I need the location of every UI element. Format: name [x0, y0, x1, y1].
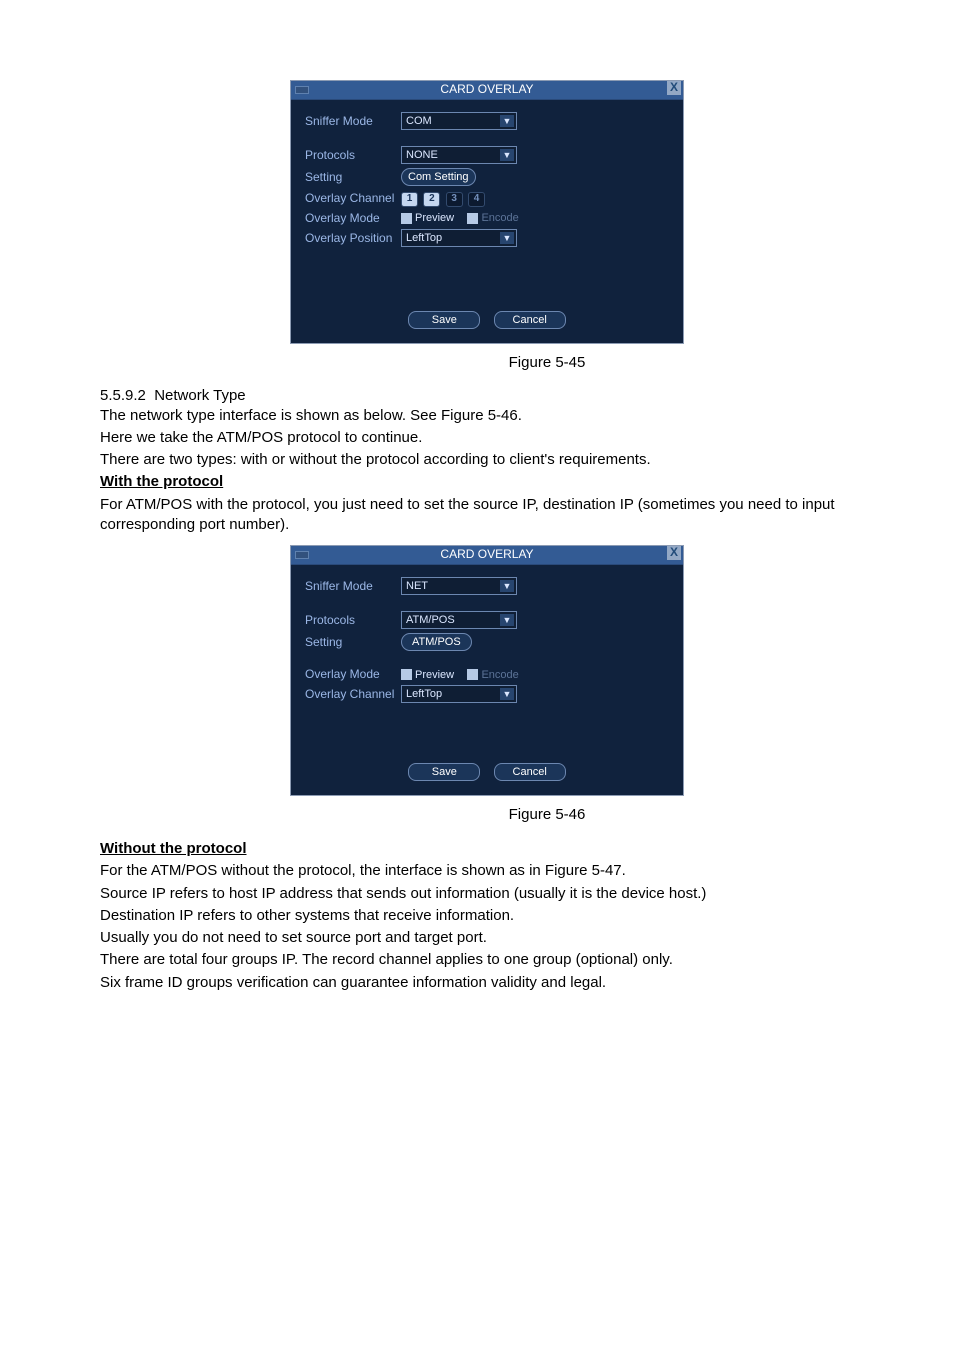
paragraph: Here we take the ATM/POS protocol to con…: [100, 428, 874, 448]
channel-2-button[interactable]: 2: [423, 192, 440, 207]
chevron-down-icon: ▼: [500, 688, 514, 700]
protocols-value: ATM/POS: [406, 614, 455, 626]
chevron-down-icon: ▼: [500, 149, 514, 161]
section-title: Network Type: [154, 387, 245, 404]
encode-checkbox[interactable]: [467, 213, 478, 224]
overlay-mode-group: Preview Encode: [401, 667, 529, 681]
paragraph: Usually you do not need to set source po…: [100, 928, 874, 948]
preview-label: Preview: [415, 669, 454, 681]
overlay-position-label: Overlay Position: [305, 231, 401, 245]
dialog-body: Sniffer Mode COM ▼ Protocols NONE ▼ Sett…: [291, 100, 683, 343]
close-icon[interactable]: X: [667, 81, 681, 95]
sniffer-mode-select[interactable]: NET ▼: [401, 577, 517, 595]
overlay-mode-label: Overlay Mode: [305, 667, 401, 681]
atmpos-setting-button[interactable]: ATM/POS: [401, 633, 472, 651]
channel-4-button[interactable]: 4: [468, 192, 485, 207]
overlay-mode-group: Preview Encode: [401, 211, 529, 225]
overlay-channel-group: 1 2 3 4: [401, 190, 487, 207]
overlay-channel-select[interactable]: LeftTop ▼: [401, 685, 517, 703]
paragraph: There are total four groups IP. The reco…: [100, 950, 874, 970]
paragraph: For the ATM/POS without the protocol, th…: [100, 861, 874, 881]
overlay-mode-label: Overlay Mode: [305, 211, 401, 225]
cancel-button[interactable]: Cancel: [494, 763, 566, 781]
paragraph: Destination IP refers to other systems t…: [100, 906, 874, 926]
paragraph: For ATM/POS with the protocol, you just …: [100, 495, 874, 536]
overlay-channel-label: Overlay Channel: [305, 191, 401, 205]
sniffer-mode-label: Sniffer Mode: [305, 114, 401, 128]
figure-caption-2: Figure 5-46: [100, 806, 874, 823]
protocols-label: Protocols: [305, 148, 401, 162]
channel-1-button[interactable]: 1: [401, 192, 418, 207]
close-icon[interactable]: X: [667, 546, 681, 560]
dialog-body: Sniffer Mode NET ▼ Protocols ATM/POS ▼ S…: [291, 565, 683, 795]
paragraph: Six frame ID groups verification can gua…: [100, 973, 874, 993]
dialog-card-overlay-com: CARD OVERLAY X Sniffer Mode COM ▼ Protoc…: [290, 80, 684, 344]
protocols-select[interactable]: NONE ▼: [401, 146, 517, 164]
paragraph: There are two types: with or without the…: [100, 450, 874, 470]
sniffer-mode-label: Sniffer Mode: [305, 579, 401, 593]
chevron-down-icon: ▼: [500, 115, 514, 127]
setting-label: Setting: [305, 170, 401, 184]
dialog-title: CARD OVERLAY: [291, 82, 683, 96]
overlay-channel-value: LeftTop: [406, 688, 442, 700]
sniffer-mode-select[interactable]: COM ▼: [401, 112, 517, 130]
chevron-down-icon: ▼: [500, 232, 514, 244]
protocols-value: NONE: [406, 149, 438, 161]
chevron-down-icon: ▼: [500, 614, 514, 626]
overlay-position-value: LeftTop: [406, 232, 442, 244]
overlay-position-select[interactable]: LeftTop ▼: [401, 229, 517, 247]
protocols-label: Protocols: [305, 613, 401, 627]
setting-label: Setting: [305, 635, 401, 649]
dialog-2-wrap: CARD OVERLAY X Sniffer Mode NET ▼ Protoc…: [100, 545, 874, 796]
dialog-1-wrap: CARD OVERLAY X Sniffer Mode COM ▼ Protoc…: [100, 80, 874, 344]
page: CARD OVERLAY X Sniffer Mode COM ▼ Protoc…: [0, 0, 954, 1065]
sniffer-mode-value: NET: [406, 580, 428, 592]
with-protocol-heading: With the protocol: [100, 473, 223, 490]
channel-3-button[interactable]: 3: [446, 192, 463, 207]
cancel-button[interactable]: Cancel: [494, 311, 566, 329]
dialog-title: CARD OVERLAY: [291, 547, 683, 561]
dialog-titlebar[interactable]: CARD OVERLAY X: [291, 546, 683, 565]
without-protocol-heading: Without the protocol: [100, 840, 247, 857]
encode-checkbox[interactable]: [467, 669, 478, 680]
chevron-down-icon: ▼: [500, 580, 514, 592]
figure-caption-1: Figure 5-45: [100, 354, 874, 371]
dialog-card-overlay-net: CARD OVERLAY X Sniffer Mode NET ▼ Protoc…: [290, 545, 684, 796]
com-setting-button[interactable]: Com Setting: [401, 168, 476, 186]
paragraph: The network type interface is shown as b…: [100, 406, 874, 426]
dialog-titlebar[interactable]: CARD OVERLAY X: [291, 81, 683, 100]
paragraph: Source IP refers to host IP address that…: [100, 884, 874, 904]
encode-label: Encode: [481, 669, 518, 681]
section-heading: 5.5.9.2 Network Type: [100, 387, 874, 404]
encode-label: Encode: [481, 212, 518, 224]
section-number: 5.5.9.2: [100, 387, 146, 404]
save-button[interactable]: Save: [408, 311, 480, 329]
sniffer-mode-value: COM: [406, 115, 432, 127]
preview-checkbox[interactable]: [401, 669, 412, 680]
preview-label: Preview: [415, 212, 454, 224]
overlay-channel-label: Overlay Channel: [305, 687, 401, 701]
save-button[interactable]: Save: [408, 763, 480, 781]
protocols-select[interactable]: ATM/POS ▼: [401, 611, 517, 629]
preview-checkbox[interactable]: [401, 213, 412, 224]
